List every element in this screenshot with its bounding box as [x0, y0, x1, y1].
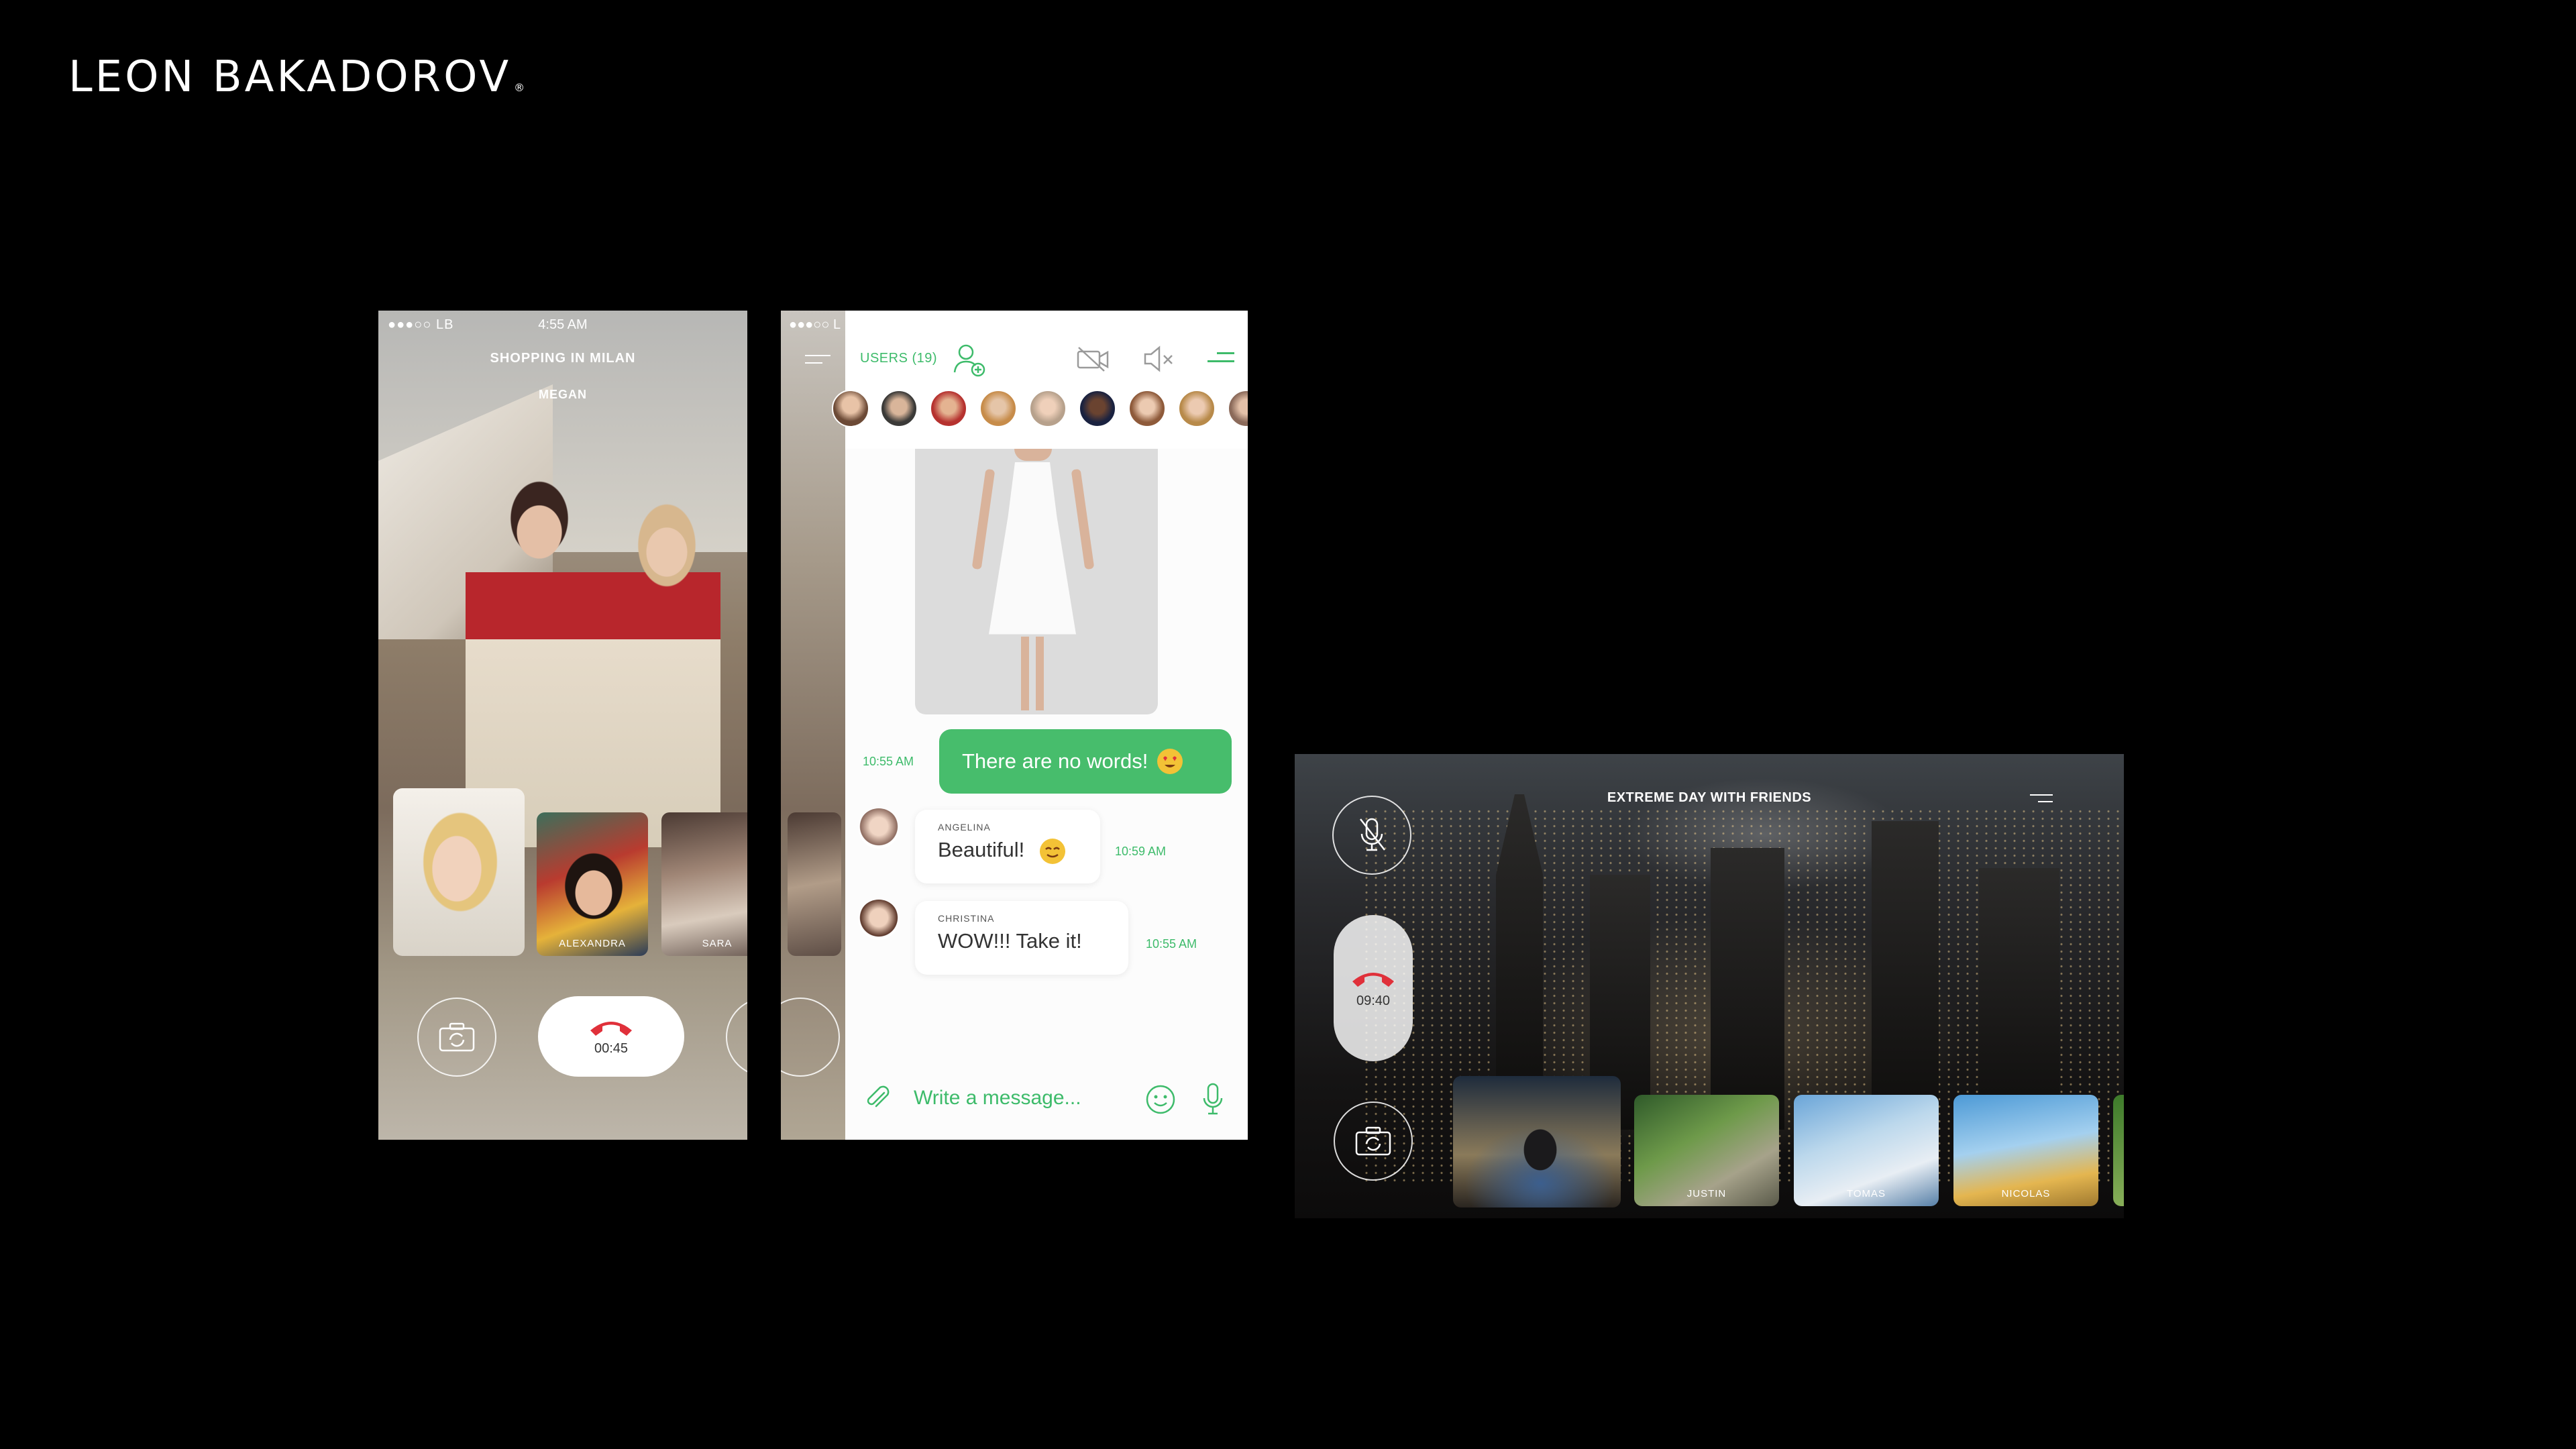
- microphone-icon[interactable]: [1201, 1082, 1225, 1117]
- message-text: WOW!!! Take it!: [938, 929, 1082, 953]
- brand-logo: LEON BAKADOROV ®: [68, 52, 527, 102]
- user-avatar-strip: [832, 390, 1248, 433]
- chat-panel: USERS (19) 10:55 AM There are no words! …: [832, 311, 1248, 1140]
- hangup-phone-icon: [590, 1021, 632, 1036]
- photo-content: [1071, 468, 1095, 570]
- avatar[interactable]: [1228, 390, 1248, 427]
- active-speaker-name: MEGAN: [539, 388, 587, 401]
- sender-name: ANGELINA: [938, 822, 991, 833]
- participant-thumbnail[interactable]: [2113, 1095, 2124, 1206]
- background-skyscraper: [1979, 868, 2059, 1130]
- self-video-preview[interactable]: [1453, 1076, 1621, 1208]
- switch-camera-button[interactable]: [417, 998, 496, 1077]
- photo-content: [989, 462, 1076, 635]
- signal-indicator: ●●●○○ L: [789, 317, 841, 332]
- switch-camera-button[interactable]: [1334, 1102, 1413, 1181]
- phone-chat-screen: ●●●○○ L USERS (19) 10:55 AM There are no…: [781, 311, 1248, 1140]
- menu-icon[interactable]: [1208, 352, 1234, 368]
- avatar[interactable]: [1128, 390, 1166, 427]
- camera-switch-icon: [439, 1022, 475, 1052]
- status-time: 4:55 AM: [538, 317, 588, 332]
- message-timestamp: 10:59 AM: [1115, 845, 1167, 858]
- participant-name: SARA: [702, 938, 733, 949]
- mute-microphone-button[interactable]: [1332, 796, 1411, 875]
- avatar[interactable]: [832, 390, 869, 427]
- menu-icon[interactable]: [2030, 794, 2053, 808]
- avatar[interactable]: [1178, 390, 1216, 427]
- outgoing-message-bubble[interactable]: There are no words!: [939, 729, 1232, 794]
- participant-name: TOMAS: [1846, 1188, 1886, 1199]
- tablet-video-call-screen: EXTREME DAY WITH FRIENDS 09:40 JUSTIN TO…: [1295, 754, 2124, 1218]
- camera-switch-icon: [1355, 1126, 1391, 1156]
- participant-thumbnail[interactable]: TOMAS: [1794, 1095, 1939, 1206]
- brand-registered-mark: ®: [514, 81, 528, 94]
- more-options-button[interactable]: [726, 998, 747, 1077]
- message-text: Beautiful!: [938, 838, 1025, 861]
- menu-icon: [805, 355, 830, 370]
- background-skyscraper: [1872, 821, 1939, 1130]
- participant-name: JUSTIN: [1686, 1188, 1727, 1199]
- avatar[interactable]: [1029, 390, 1067, 427]
- incoming-message-bubble[interactable]: ANGELINA Beautiful!: [915, 810, 1100, 883]
- participant-thumbnail[interactable]: ALEXANDRA: [537, 812, 648, 956]
- avatar[interactable]: [880, 390, 918, 427]
- background-skyscraper: [1711, 848, 1784, 1130]
- avatar[interactable]: [859, 808, 899, 849]
- participant-name: NICOLAS: [2001, 1188, 2051, 1199]
- photo-content: [1014, 449, 1052, 461]
- call-timer: 09:40: [1356, 993, 1391, 1008]
- message-timestamp: 10:55 AM: [863, 755, 914, 768]
- users-count-label[interactable]: USERS (19): [860, 351, 937, 366]
- self-video-preview[interactable]: [393, 788, 525, 956]
- heart-eyes-emoji-icon: [1157, 749, 1183, 774]
- microphone-off-icon: [1360, 818, 1385, 851]
- add-user-icon[interactable]: [953, 343, 986, 378]
- background-call-screen: ●●●○○ L: [781, 311, 845, 1140]
- speaker-mute-icon[interactable]: [1142, 344, 1175, 374]
- room-title: EXTREME DAY WITH FRIENDS: [1607, 790, 1812, 805]
- status-bar: ●●●○○ LB 4:55 AM: [378, 316, 747, 336]
- sender-name: CHRISTINA: [938, 913, 995, 924]
- end-call-button[interactable]: 00:45: [538, 996, 684, 1077]
- camera-button-outline: [781, 998, 840, 1077]
- shared-photo-message[interactable]: [915, 449, 1158, 714]
- smiling-emoji-icon: [1039, 838, 1065, 864]
- avatar[interactable]: [930, 390, 967, 427]
- room-title: SHOPPING IN MILAN: [490, 351, 636, 366]
- message-input[interactable]: [912, 1085, 1114, 1112]
- video-off-icon[interactable]: [1076, 345, 1110, 372]
- emoji-picker-icon[interactable]: [1144, 1083, 1177, 1116]
- avatar[interactable]: [1079, 390, 1116, 427]
- photo-content: [1016, 637, 1049, 710]
- call-timer: 00:45: [594, 1040, 629, 1056]
- brand-name: LEON BAKADOROV: [68, 52, 512, 102]
- participant-thumbnail[interactable]: SARA: [661, 812, 747, 956]
- phone-video-call-screen: ●●●○○ LB 4:55 AM SHOPPING IN MILAN MEGAN…: [378, 311, 747, 1140]
- participant-name: ALEXANDRA: [559, 938, 626, 949]
- participant-thumbnail[interactable]: NICOLAS: [1953, 1095, 2098, 1206]
- message-timestamp: 10:55 AM: [1146, 937, 1197, 951]
- avatar[interactable]: [859, 900, 899, 940]
- hangup-phone-icon: [1352, 972, 1394, 987]
- end-call-button[interactable]: 09:40: [1334, 915, 1413, 1061]
- participant-thumbnail: [788, 812, 841, 956]
- message-text: There are no words!: [962, 749, 1148, 773]
- avatar[interactable]: [979, 390, 1017, 427]
- chat-header: USERS (19): [832, 311, 1248, 449]
- participant-thumbnail[interactable]: JUSTIN: [1634, 1095, 1779, 1206]
- attachment-icon[interactable]: [864, 1085, 891, 1112]
- incoming-message-bubble[interactable]: CHRISTINA WOW!!! Take it!: [915, 901, 1128, 975]
- photo-content: [971, 468, 996, 570]
